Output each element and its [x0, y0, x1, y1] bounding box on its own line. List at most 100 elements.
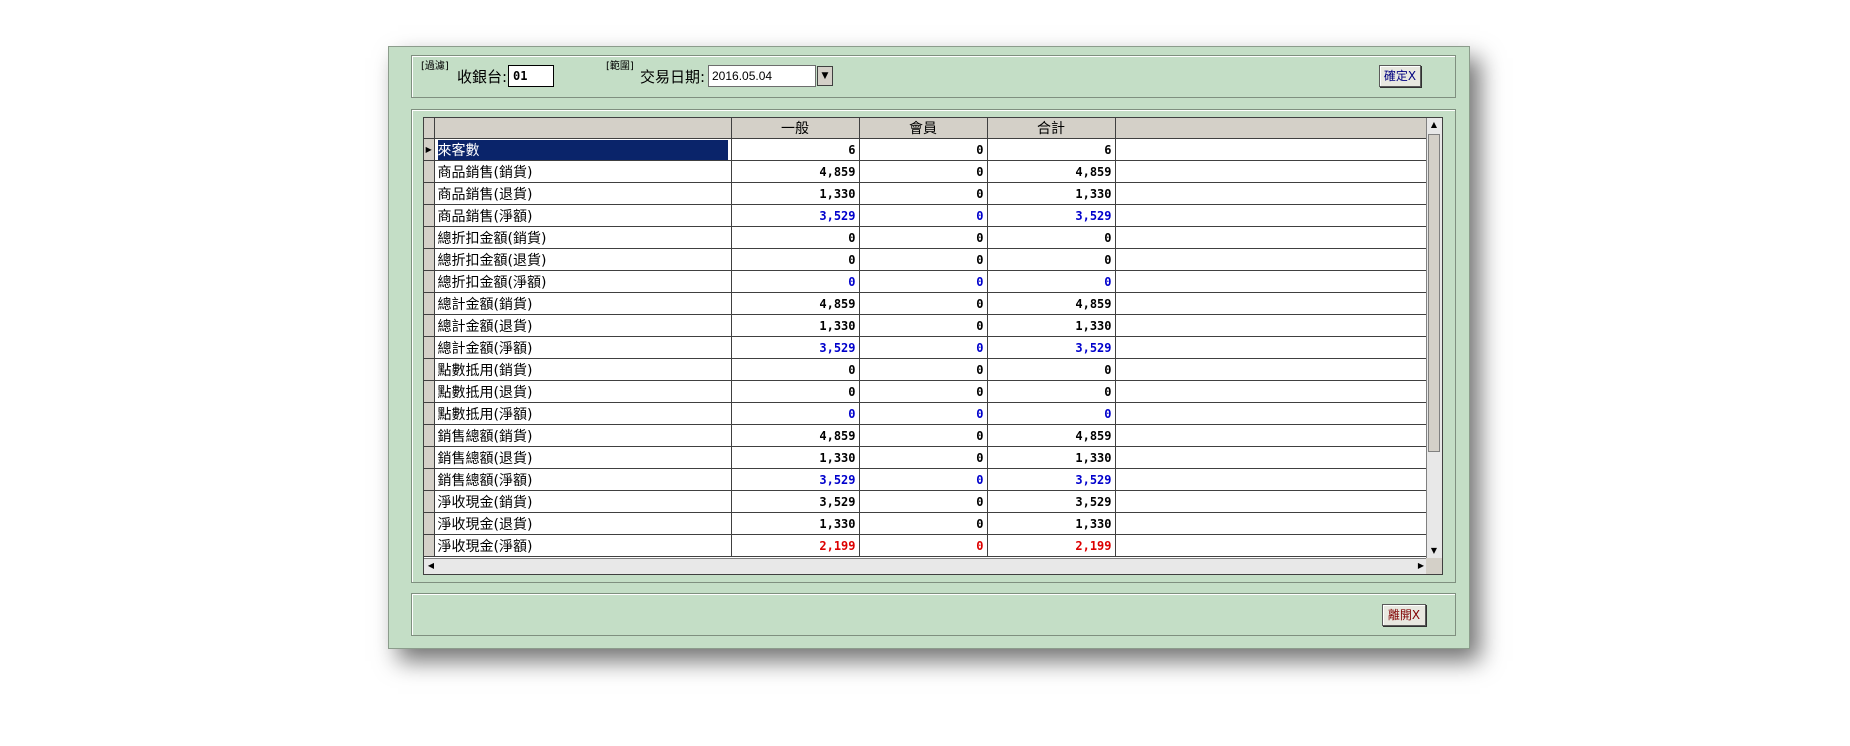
cell-general[interactable]: 4,859 [731, 424, 860, 447]
table-row[interactable]: 銷售總額(銷貨) 4,859 0 4,859 [424, 424, 1429, 447]
cell-total[interactable]: 1,330 [987, 512, 1116, 535]
cell-member[interactable]: 0 [859, 446, 988, 469]
cell-general[interactable]: 3,529 [731, 490, 860, 513]
cell-general[interactable]: 1,330 [731, 182, 860, 205]
row-label[interactable]: 淨收現金(銷貨) [434, 490, 732, 513]
table-row[interactable]: 總折扣金額(銷貨) 0 0 0 [424, 226, 1429, 249]
table-row[interactable]: 總計金額(銷貨) 4,859 0 4,859 [424, 292, 1429, 315]
table-row[interactable]: 總折扣金額(退貨) 0 0 0 [424, 248, 1429, 271]
cell-member[interactable]: 0 [859, 314, 988, 337]
row-indicator[interactable] [424, 204, 435, 227]
row-indicator[interactable] [424, 226, 435, 249]
row-indicator[interactable] [424, 446, 435, 469]
row-label[interactable]: 淨收現金(退貨) [434, 512, 732, 535]
cell-member[interactable]: 0 [859, 534, 988, 557]
exit-button[interactable]: 離開X [1382, 604, 1426, 626]
table-row[interactable]: 商品銷售(淨額) 3,529 0 3,529 [424, 204, 1429, 227]
cell-general[interactable]: 3,529 [731, 468, 860, 491]
cell-member[interactable]: 0 [859, 424, 988, 447]
table-row[interactable]: 淨收現金(退貨) 1,330 0 1,330 [424, 512, 1429, 535]
header-member[interactable]: 會員 [859, 118, 988, 139]
row-indicator[interactable] [424, 490, 435, 513]
table-row[interactable]: 商品銷售(銷貨) 4,859 0 4,859 [424, 160, 1429, 183]
cell-member[interactable]: 0 [859, 182, 988, 205]
cell-total[interactable]: 3,529 [987, 468, 1116, 491]
cell-general[interactable]: 6 [731, 138, 860, 161]
cell-total[interactable]: 0 [987, 380, 1116, 403]
date-dropdown-button[interactable]: ▼ [817, 66, 833, 86]
cell-general[interactable]: 1,330 [731, 314, 860, 337]
cell-member[interactable]: 0 [859, 138, 988, 161]
cell-member[interactable]: 0 [859, 226, 988, 249]
cell-total[interactable]: 0 [987, 270, 1116, 293]
table-row[interactable]: 點數抵用(淨額) 0 0 0 [424, 402, 1429, 425]
row-indicator[interactable] [424, 380, 435, 403]
cell-total[interactable]: 3,529 [987, 490, 1116, 513]
row-label[interactable]: 總計金額(淨額) [434, 336, 732, 359]
register-input[interactable]: 01 [508, 65, 554, 87]
row-label[interactable]: 總折扣金額(退貨) [434, 248, 732, 271]
cell-general[interactable]: 0 [731, 358, 860, 381]
table-row[interactable]: 點數抵用(銷貨) 0 0 0 [424, 358, 1429, 381]
cell-total[interactable]: 4,859 [987, 424, 1116, 447]
row-indicator[interactable] [424, 160, 435, 183]
row-label[interactable]: 總計金額(退貨) [434, 314, 732, 337]
row-label[interactable]: 銷售總額(退貨) [434, 446, 732, 469]
cell-total[interactable]: 6 [987, 138, 1116, 161]
cell-member[interactable]: 0 [859, 270, 988, 293]
cell-member[interactable]: 0 [859, 512, 988, 535]
table-row[interactable]: 總折扣金額(淨額) 0 0 0 [424, 270, 1429, 293]
row-label[interactable]: 淨收現金(淨額) [434, 534, 732, 557]
cell-total[interactable]: 2,199 [987, 534, 1116, 557]
table-row[interactable]: 總計金額(退貨) 1,330 0 1,330 [424, 314, 1429, 337]
cell-general[interactable]: 0 [731, 248, 860, 271]
header-label[interactable] [434, 118, 732, 139]
cell-general[interactable]: 4,859 [731, 292, 860, 315]
row-indicator[interactable] [424, 182, 435, 205]
cell-member[interactable]: 0 [859, 248, 988, 271]
row-label[interactable]: 總計金額(銷貨) [434, 292, 732, 315]
vertical-scrollbar[interactable]: ▲ ▼ [1426, 118, 1442, 558]
cell-member[interactable]: 0 [859, 380, 988, 403]
table-row[interactable]: 商品銷售(退貨) 1,330 0 1,330 [424, 182, 1429, 205]
cell-total[interactable]: 0 [987, 402, 1116, 425]
cell-general[interactable]: 3,529 [731, 204, 860, 227]
cell-member[interactable]: 0 [859, 336, 988, 359]
row-indicator[interactable] [424, 468, 435, 491]
row-indicator[interactable] [424, 358, 435, 381]
row-indicator[interactable] [424, 270, 435, 293]
header-total[interactable]: 合計 [987, 118, 1116, 139]
row-label[interactable]: 商品銷售(退貨) [434, 182, 732, 205]
cell-total[interactable]: 4,859 [987, 160, 1116, 183]
cell-total[interactable]: 0 [987, 358, 1116, 381]
cell-total[interactable]: 0 [987, 248, 1116, 271]
table-row[interactable]: 淨收現金(銷貨) 3,529 0 3,529 [424, 490, 1429, 513]
row-indicator[interactable] [424, 402, 435, 425]
cell-general[interactable]: 4,859 [731, 160, 860, 183]
scroll-up-icon[interactable]: ▲ [1427, 118, 1441, 132]
cell-member[interactable]: 0 [859, 468, 988, 491]
cell-general[interactable]: 0 [731, 226, 860, 249]
row-indicator[interactable] [424, 534, 435, 557]
cell-member[interactable]: 0 [859, 358, 988, 381]
cell-general[interactable]: 3,529 [731, 336, 860, 359]
cell-total[interactable]: 4,859 [987, 292, 1116, 315]
date-input[interactable]: 2016.05.04 [708, 65, 816, 87]
row-label[interactable]: 銷售總額(銷貨) [434, 424, 732, 447]
row-label[interactable]: 總折扣金額(銷貨) [434, 226, 732, 249]
confirm-button[interactable]: 確定X [1379, 65, 1421, 87]
row-indicator[interactable] [424, 292, 435, 315]
cell-member[interactable]: 0 [859, 292, 988, 315]
row-indicator[interactable] [424, 248, 435, 271]
table-row[interactable]: ▶ 來客數 6 0 6 [424, 138, 1429, 161]
row-label[interactable]: 商品銷售(淨額) [434, 204, 732, 227]
vertical-scroll-thumb[interactable] [1428, 134, 1440, 452]
table-row[interactable]: 點數抵用(退貨) 0 0 0 [424, 380, 1429, 403]
cell-total[interactable]: 3,529 [987, 204, 1116, 227]
row-label[interactable]: 商品銷售(銷貨) [434, 160, 732, 183]
row-indicator[interactable] [424, 512, 435, 535]
row-label[interactable]: 銷售總額(淨額) [434, 468, 732, 491]
table-row[interactable]: 總計金額(淨額) 3,529 0 3,529 [424, 336, 1429, 359]
cell-general[interactable]: 0 [731, 270, 860, 293]
cell-general[interactable]: 0 [731, 380, 860, 403]
